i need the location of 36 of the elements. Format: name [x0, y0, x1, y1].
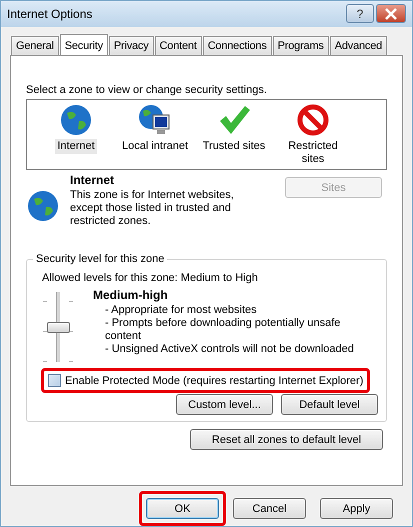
zone-item[interactable]: Local intranet	[120, 139, 190, 154]
allowed-levels-text: Allowed levels for this zone: Medium to High	[42, 272, 259, 284]
slider-thumb[interactable]	[47, 322, 70, 334]
tab[interactable]: Content	[154, 36, 202, 56]
reset-zones-button[interactable]: Reset all zones to default level	[190, 429, 383, 450]
level-description: - Unsigned ActiveX controls will not be downloaded	[105, 343, 355, 356]
level-button[interactable]: Default level	[281, 394, 378, 416]
zone-title: Internet	[70, 173, 116, 188]
zone-item[interactable]: Internet	[55, 139, 97, 154]
globe-icon	[59, 103, 93, 138]
level-description: - Appropriate for most websites	[105, 304, 258, 318]
tab[interactable]: General	[11, 36, 59, 56]
tab[interactable]: Security	[60, 34, 108, 56]
tab[interactable]: Connections	[202, 36, 272, 56]
checkbox-label[interactable]: Enable Protected Mode (requires restarting Internet Explorer)	[65, 374, 364, 387]
zone-prompt: Select a zone to view or change security settings.	[26, 84, 268, 96]
close-button[interactable]	[376, 4, 406, 24]
tab[interactable]: Programs	[272, 36, 329, 56]
zone-description: This zone is for Internet websites, except those listed in trusted and restricted zones.	[70, 189, 235, 228]
dialog-button[interactable]: Apply	[320, 498, 393, 520]
dialog-button[interactable]: OK	[146, 498, 219, 520]
level-name: Medium-high	[93, 288, 169, 302]
tab[interactable]: Privacy	[108, 36, 154, 56]
zone-item[interactable]: Trusted sites	[200, 139, 268, 154]
group-legend: Security level for this zone	[33, 253, 168, 266]
checkbox[interactable]	[48, 374, 61, 388]
help-button[interactable]: ?	[346, 4, 374, 24]
level-description: - Prompts before downloading potentially unsafe content	[105, 317, 342, 344]
globe-icon	[26, 189, 60, 224]
tab[interactable]: Advanced	[330, 36, 388, 56]
window-title: Internet Options	[7, 6, 92, 21]
close-icon	[384, 8, 398, 20]
zone-item[interactable]: Restricted sites	[276, 139, 350, 168]
dialog-button[interactable]: Cancel	[233, 498, 306, 520]
level-button[interactable]: Custom level...	[176, 394, 273, 416]
no-entry-icon	[296, 103, 330, 138]
